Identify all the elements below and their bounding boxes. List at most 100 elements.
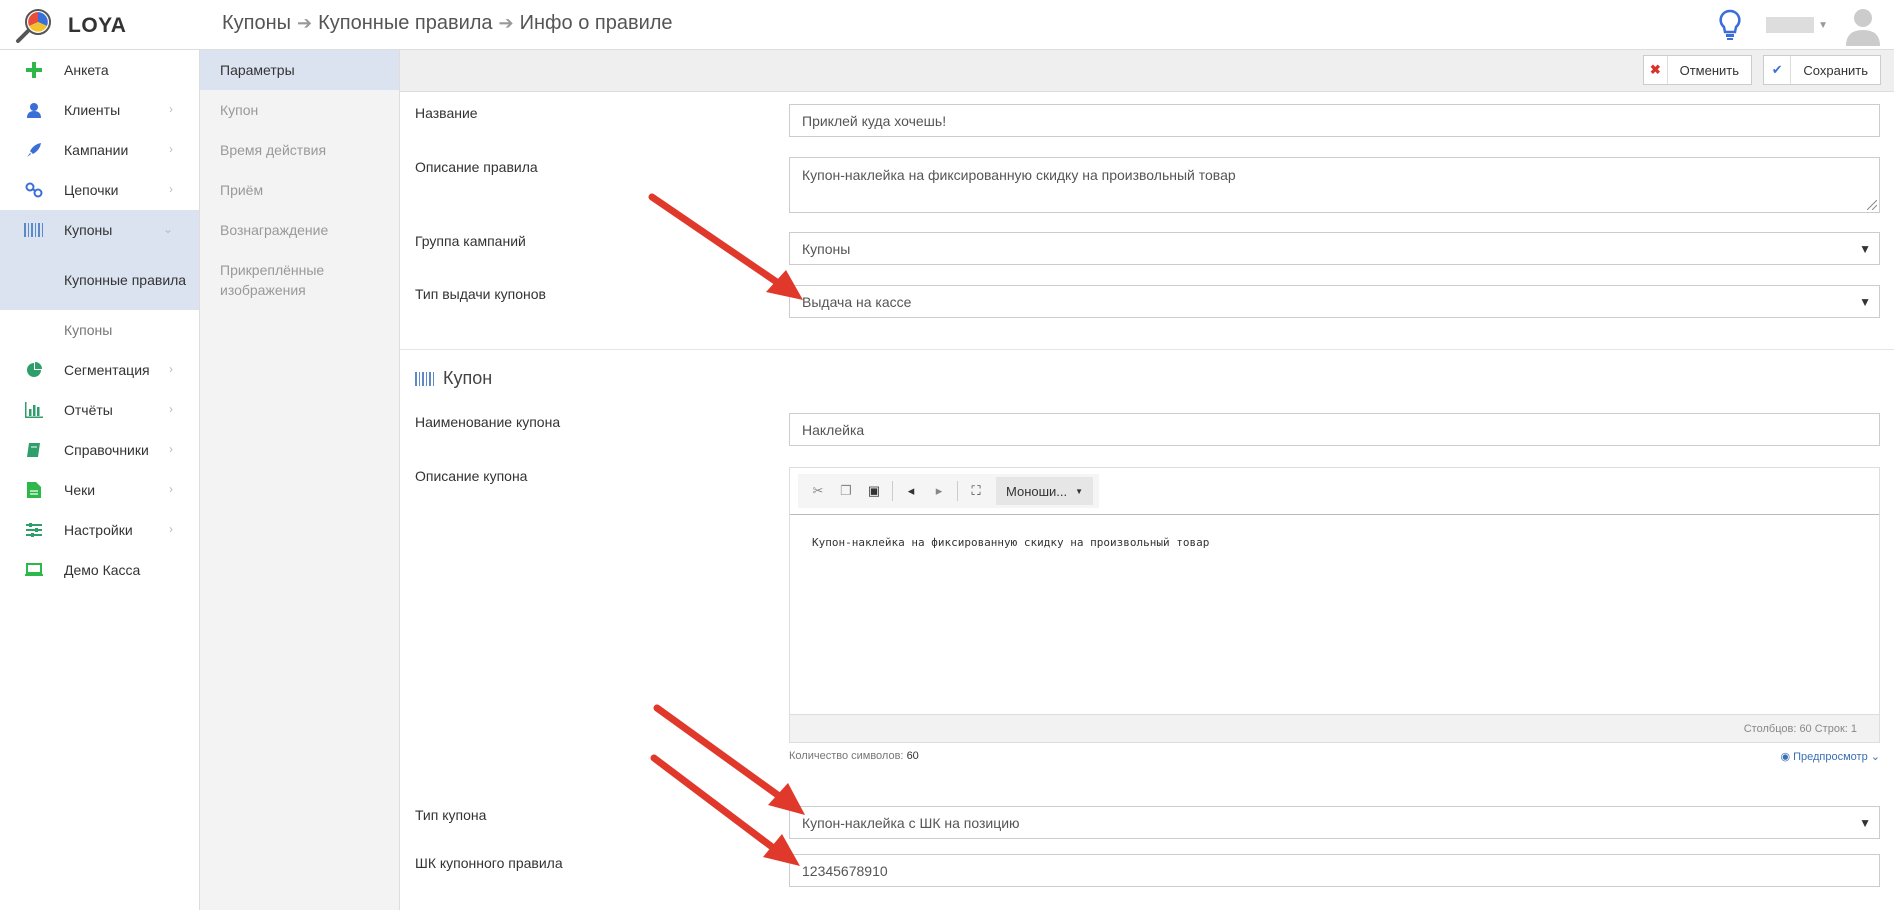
issue-type-label: Тип выдачи купонов	[415, 286, 546, 302]
app-root: LOYA Купоны ➔ Купонные правила ➔ Инфо о …	[0, 0, 1894, 910]
issue-type-select[interactable]: Выдача на кассе ▼	[789, 285, 1880, 318]
coupon-section-title: Купон	[415, 368, 492, 389]
sidebar-item-chains[interactable]: Цепочки ›	[0, 170, 199, 210]
paste-icon[interactable]: ▣	[860, 477, 888, 505]
coupon-name-field[interactable]: Наклейка	[789, 413, 1880, 446]
name-value: Приклей куда хочешь!	[802, 112, 947, 129]
rule-description-field[interactable]: Купон-наклейка на фиксированную скидку н…	[789, 157, 1880, 213]
editor-toolbar: ✂ ❐ ▣ ◂ ▸ ⛶ Моноши... ▼	[798, 474, 1100, 508]
name-label: Название	[415, 105, 478, 121]
chevron-right-icon: ›	[169, 442, 173, 456]
main-content: ✖ Отменить ✔ Сохранить Название Приклей …	[400, 50, 1894, 910]
chevron-down-icon: ⌄	[162, 222, 173, 236]
preview-link[interactable]: ◉ Предпросмотр ⌄	[1780, 750, 1880, 763]
font-dropdown-value: Моноши...	[1006, 483, 1068, 499]
tab-reward[interactable]: Вознаграждение	[200, 210, 399, 250]
chevron-down-icon[interactable]: ▼	[1818, 20, 1828, 31]
undo-icon[interactable]: ◂	[897, 477, 925, 505]
dropdown-arrow-icon: ▼	[1859, 295, 1871, 309]
sidebar-item-campaigns[interactable]: Кампании ›	[0, 130, 199, 170]
sidebar-subitem-coupon-rules[interactable]: Купонные правила	[0, 250, 199, 310]
coupon-type-select[interactable]: Купон-наклейка с ШК на позицию ▼	[789, 806, 1880, 839]
tab-coupon[interactable]: Купон	[200, 90, 399, 130]
cut-icon[interactable]: ✂	[804, 477, 832, 505]
book-icon	[24, 440, 44, 460]
sidebar-subitem-coupons[interactable]: Купоны	[0, 310, 199, 350]
header-right: ▼	[1716, 0, 1894, 50]
action-toolbar: ✖ Отменить ✔ Сохранить	[400, 50, 1894, 92]
tab-parameters[interactable]: Параметры	[200, 50, 399, 90]
tab-validity[interactable]: Время действия	[200, 130, 399, 170]
font-dropdown[interactable]: Моноши... ▼	[996, 477, 1094, 505]
sidebar-item-reports[interactable]: Отчёты ›	[0, 390, 199, 430]
sidebar: Анкета Клиенты › Кампании › Цепочки › Ку…	[0, 50, 200, 910]
arrow-right-icon: ➔	[297, 13, 313, 33]
coupon-description-editor[interactable]: ✂ ❐ ▣ ◂ ▸ ⛶ Моноши... ▼ Купон-наклейка н…	[789, 467, 1880, 743]
lightbulb-icon[interactable]	[1716, 8, 1744, 42]
laptop-icon	[24, 560, 44, 580]
tab-attached-images[interactable]: Прикреплённые изображения	[200, 250, 399, 310]
copy-icon[interactable]: ❐	[832, 477, 860, 505]
sidebar-item-coupons[interactable]: Купоны ⌄	[0, 210, 199, 250]
barcode-icon	[24, 220, 44, 240]
sidebar-item-segmentation[interactable]: Сегментация ›	[0, 350, 199, 390]
sidebar-item-label: Анкета	[64, 62, 109, 78]
sidebar-item-settings[interactable]: Настройки ›	[0, 510, 199, 550]
logo-icon	[16, 9, 51, 43]
avatar[interactable]	[1840, 2, 1886, 48]
campaign-group-select[interactable]: Купоны ▼	[789, 232, 1880, 265]
rule-tabs: Параметры Купон Время действия Приём Воз…	[200, 50, 400, 910]
resize-grip-icon[interactable]	[1867, 200, 1877, 210]
chevron-right-icon: ›	[169, 522, 173, 536]
char-count: Количество символов: 60	[789, 750, 919, 762]
rocket-icon	[24, 140, 44, 160]
char-count-label: Количество символов:	[789, 750, 904, 762]
redo-icon[interactable]: ▸	[925, 477, 953, 505]
section-divider	[400, 349, 1894, 350]
tab-acceptance[interactable]: Приём	[200, 170, 399, 210]
name-field[interactable]: Приклей куда хочешь!	[789, 104, 1880, 137]
cancel-button[interactable]: ✖ Отменить	[1643, 55, 1752, 85]
sidebar-item-label: Справочники	[64, 442, 149, 458]
sidebar-item-survey[interactable]: Анкета	[0, 50, 199, 90]
eye-icon: ◉	[1780, 751, 1791, 763]
save-button[interactable]: ✔ Сохранить	[1763, 55, 1881, 85]
editor-content[interactable]: Купон-наклейка на фиксированную скидку н…	[812, 536, 1209, 549]
breadcrumb-item-coupons[interactable]: Купоны	[222, 12, 291, 35]
chevron-right-icon: ›	[169, 102, 173, 116]
user-name-blurred[interactable]	[1766, 17, 1815, 33]
sidebar-item-label: Демо Касса	[64, 562, 141, 578]
sidebar-item-label: Настройки	[64, 522, 133, 538]
sidebar-item-clients[interactable]: Клиенты ›	[0, 90, 199, 130]
breadcrumb-item-rule-info: Инфо о правиле	[519, 12, 673, 34]
editor-status-text: Столбцов: 60 Строк: 1	[1743, 723, 1857, 735]
dropdown-arrow-icon: ▼	[1859, 242, 1871, 256]
coupon-type-value: Купон-наклейка с ШК на позицию	[802, 814, 1020, 831]
editor-divider	[790, 514, 1879, 515]
sidebar-item-receipts[interactable]: Чеки ›	[0, 470, 199, 510]
issue-type-value: Выдача на кассе	[802, 293, 912, 310]
barcode-value: 12345678910	[802, 862, 888, 879]
toolbar-divider	[892, 481, 893, 501]
user-icon	[24, 100, 44, 120]
rule-description-value: Купон-наклейка на фиксированную скидку н…	[802, 167, 1236, 183]
preview-label: Предпросмотр	[1793, 751, 1868, 763]
close-icon: ✖	[1644, 56, 1668, 84]
chevron-right-icon: ›	[169, 142, 173, 156]
sidebar-item-label: Кампании	[64, 142, 129, 158]
dropdown-arrow-icon: ▼	[1859, 816, 1871, 830]
char-count-value: 60	[906, 750, 919, 762]
breadcrumb-item-coupon-rules[interactable]: Купонные правила	[318, 12, 492, 35]
top-header: LOYA Купоны ➔ Купонные правила ➔ Инфо о …	[0, 0, 1894, 50]
barcode-field[interactable]: 12345678910	[789, 854, 1880, 887]
sidebar-item-label: Отчёты	[64, 402, 113, 418]
fullscreen-icon[interactable]: ⛶	[962, 477, 990, 505]
sidebar-item-directories[interactable]: Справочники ›	[0, 430, 199, 470]
sidebar-item-demo-cash[interactable]: Демо Касса	[0, 550, 199, 590]
coupon-section-label: Купон	[443, 368, 493, 388]
coupon-name-label: Наименование купона	[415, 414, 561, 430]
logo[interactable]: LOYA	[14, 8, 200, 44]
chevron-down-icon: ▼	[1075, 486, 1084, 496]
check-icon: ✔	[1764, 56, 1792, 84]
editor-status-bar: Столбцов: 60 Строк: 1	[790, 714, 1879, 742]
